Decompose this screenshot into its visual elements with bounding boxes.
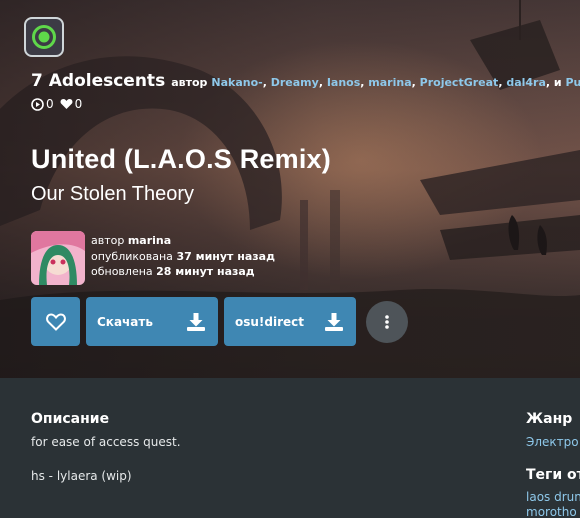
mapper-link[interactable]: Purl: [565, 76, 580, 89]
genre-heading: Жанр: [526, 411, 573, 427]
play-count-icon: [31, 97, 44, 111]
description-text: hs - lylaera (wip): [31, 469, 132, 483]
heart-icon: [60, 99, 73, 109]
published-label: опубликована: [91, 249, 173, 263]
favourite-count-value: 0: [74, 97, 83, 111]
beatmap-info-panel: Описание for ease of access quest. hs - …: [0, 378, 580, 518]
beatmap-title: United (L.A.O.S Remix): [31, 144, 331, 174]
updated-label: обновлена: [91, 265, 153, 278]
avatar[interactable]: [31, 231, 85, 285]
beatmap-artist[interactable]: Our Stolen Theory: [31, 183, 194, 206]
osu-ruleset-icon[interactable]: [24, 17, 64, 57]
description-text: for ease of access quest.: [31, 435, 181, 449]
by-label: автор: [171, 76, 208, 89]
published-value: 37 минут назад: [176, 249, 275, 263]
updated-value: 28 минут назад: [156, 265, 255, 278]
play-count-value: 0: [46, 97, 54, 111]
mapper-link[interactable]: ProjectGreat: [420, 76, 499, 89]
ruleset-circle-icon: [32, 25, 56, 49]
mapper-link[interactable]: Dreamy: [271, 76, 319, 89]
beatmap-meta: автор marina опубликована 37 минут назад…: [91, 233, 275, 280]
download-icon: [187, 312, 205, 331]
published-line: опубликована 37 минут назад: [91, 249, 275, 265]
updated-line: обновлена 28 минут назад: [91, 264, 275, 280]
favourite-button[interactable]: [31, 297, 80, 346]
and-label: , и: [545, 76, 562, 89]
tags-list: laos drun morotho: [526, 490, 580, 518]
download-icon: [325, 312, 343, 331]
download-button[interactable]: Скачать: [86, 297, 218, 346]
favourite-count: 0: [60, 97, 83, 111]
tag-link[interactable]: laos drun: [526, 490, 580, 505]
mapper-link[interactable]: dal4ra: [506, 76, 546, 89]
beatmap-stats: 0 0: [31, 97, 82, 111]
mapper-link[interactable]: marina: [368, 76, 411, 89]
description-heading: Описание: [31, 411, 110, 427]
creator-by-label: автор: [91, 234, 125, 247]
osu-direct-label: osu!direct: [235, 314, 305, 329]
action-buttons: Скачать osu!direct: [31, 297, 408, 346]
mapper-link[interactable]: Nakano-: [211, 76, 262, 89]
heart-icon: [45, 312, 66, 331]
beatmap-header-cover: 7 Adolescents автор Nakano-, Dreamy, Ian…: [0, 0, 580, 378]
tag-link[interactable]: morotho: [526, 505, 580, 518]
creator-link[interactable]: marina: [128, 234, 171, 247]
genre-link[interactable]: Электро: [526, 435, 579, 449]
difficulty-row: 7 Adolescents автор Nakano-, Dreamy, Ian…: [31, 71, 580, 91]
osu-direct-button[interactable]: osu!direct: [224, 297, 356, 346]
more-vertical-icon: [385, 314, 389, 329]
mapper-link[interactable]: Ianos: [327, 76, 360, 89]
play-count: 0: [31, 97, 54, 111]
avatar-image: [31, 231, 85, 285]
creator-line: автор marina: [91, 233, 275, 249]
download-label: Скачать: [97, 314, 153, 329]
more-options-button[interactable]: [366, 300, 408, 343]
difficulty-name: 7 Adolescents: [31, 71, 166, 91]
tags-heading: Теги от: [526, 467, 580, 483]
